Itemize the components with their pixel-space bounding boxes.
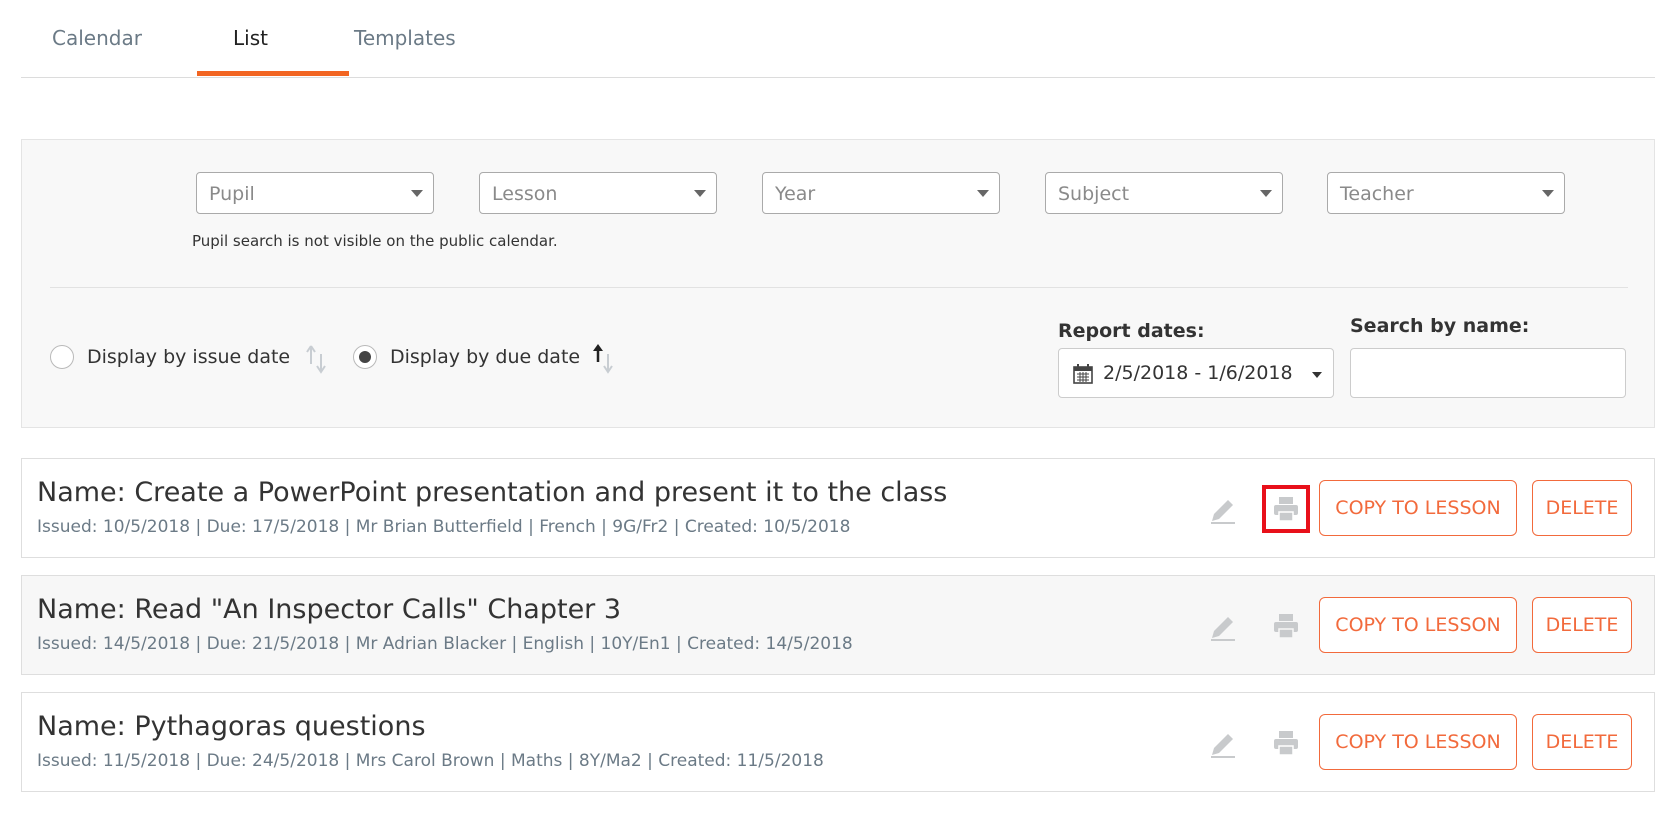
chevron-down-icon: [411, 190, 423, 197]
divider: [50, 287, 1628, 288]
chevron-down-icon: [694, 190, 706, 197]
subject-select-placeholder: Subject: [1058, 183, 1130, 205]
item-title: Name: Pythagoras questions: [37, 711, 426, 742]
tab-bar: Calendar List Templates: [21, 0, 1655, 78]
list-item: Name: Create a PowerPoint presentation a…: [21, 458, 1655, 558]
list-item: Name: Pythagoras questions Issued: 11/5/…: [21, 692, 1655, 792]
delete-button[interactable]: DELETE: [1532, 480, 1632, 536]
pupil-select[interactable]: Pupil: [196, 172, 434, 214]
item-title: Name: Create a PowerPoint presentation a…: [37, 477, 948, 508]
chevron-down-icon: [1260, 190, 1272, 197]
pencil-icon[interactable]: [1198, 719, 1246, 767]
printer-icon[interactable]: [1262, 719, 1310, 767]
search-by-name-label: Search by name:: [1350, 315, 1530, 337]
teacher-select-placeholder: Teacher: [1340, 183, 1414, 205]
search-by-name-input[interactable]: [1350, 348, 1626, 398]
chevron-down-icon: [1542, 190, 1554, 197]
year-select[interactable]: Year: [762, 172, 1000, 214]
chevron-down-icon: [977, 190, 989, 197]
year-select-placeholder: Year: [775, 183, 816, 205]
copy-to-lesson-button[interactable]: COPY TO LESSON: [1319, 480, 1517, 536]
lesson-select-placeholder: Lesson: [492, 183, 558, 205]
tab-calendar[interactable]: Calendar: [52, 26, 142, 50]
active-tab-indicator: [197, 71, 349, 76]
item-title: Name: Read "An Inspector Calls" Chapter …: [37, 594, 622, 625]
report-dates-value: 2/5/2018 - 1/6/2018: [1103, 362, 1293, 384]
printer-icon[interactable]: [1262, 602, 1310, 650]
sort-arrows-icon[interactable]: [590, 342, 618, 374]
calendar-icon: [1073, 364, 1093, 384]
item-meta: Issued: 14/5/2018 | Due: 21/5/2018 | Mr …: [37, 634, 853, 654]
radio-issue-date-label[interactable]: Display by issue date: [87, 346, 290, 368]
radio-due-date-label[interactable]: Display by due date: [390, 346, 580, 368]
pencil-icon[interactable]: [1198, 602, 1246, 650]
lesson-select[interactable]: Lesson: [479, 172, 717, 214]
tab-templates[interactable]: Templates: [354, 26, 456, 50]
sort-arrows-icon[interactable]: [303, 342, 331, 374]
copy-to-lesson-button[interactable]: COPY TO LESSON: [1319, 597, 1517, 653]
item-meta: Issued: 10/5/2018 | Due: 17/5/2018 | Mr …: [37, 517, 851, 537]
delete-button[interactable]: DELETE: [1532, 597, 1632, 653]
pencil-icon[interactable]: [1198, 485, 1246, 533]
item-meta: Issued: 11/5/2018 | Due: 24/5/2018 | Mrs…: [37, 751, 824, 771]
pupil-select-placeholder: Pupil: [209, 183, 255, 205]
caret-down-icon: [1312, 372, 1322, 378]
radio-issue-date[interactable]: [50, 345, 74, 369]
subject-select[interactable]: Subject: [1045, 172, 1283, 214]
pupil-search-note: Pupil search is not visible on the publi…: [192, 232, 558, 250]
radio-due-date[interactable]: [353, 345, 377, 369]
printer-icon[interactable]: [1262, 485, 1310, 533]
tab-list[interactable]: List: [233, 26, 268, 50]
list-item: Name: Read "An Inspector Calls" Chapter …: [21, 575, 1655, 675]
delete-button[interactable]: DELETE: [1532, 714, 1632, 770]
report-dates-label: Report dates:: [1058, 320, 1205, 342]
teacher-select[interactable]: Teacher: [1327, 172, 1565, 214]
filter-panel: Pupil Lesson Year Subject Teacher Pupil …: [21, 139, 1655, 428]
copy-to-lesson-button[interactable]: COPY TO LESSON: [1319, 714, 1517, 770]
report-dates-picker[interactable]: 2/5/2018 - 1/6/2018: [1058, 348, 1334, 398]
